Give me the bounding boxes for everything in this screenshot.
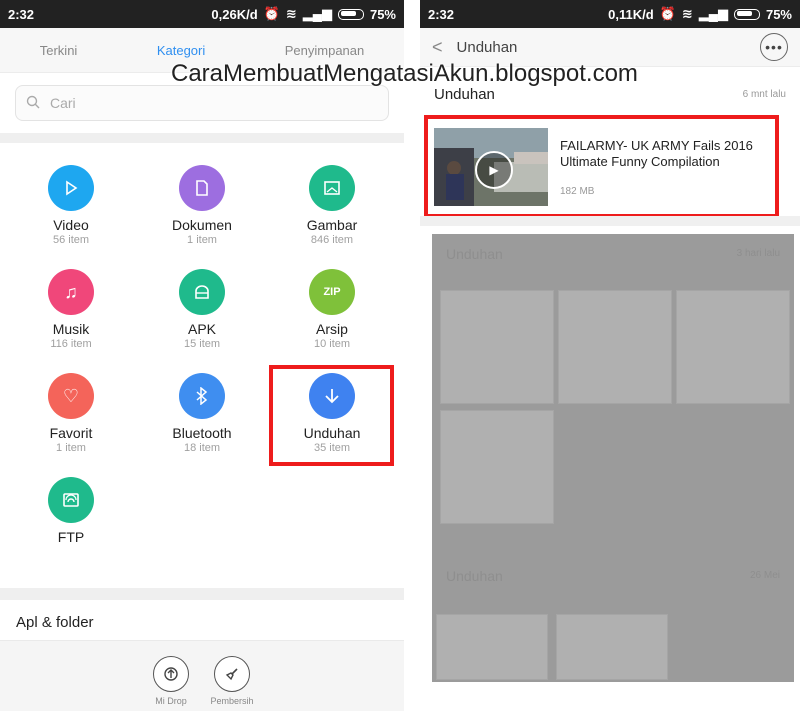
header-title: Unduhan: [456, 38, 518, 56]
category-count: 56 item: [52, 234, 90, 246]
wifi-icon: ≋: [681, 6, 693, 21]
bluetooth-icon: [179, 373, 225, 419]
heart-icon: ♡: [48, 373, 94, 419]
image-thumbnail: [676, 290, 790, 404]
category-count: 116 item: [50, 338, 92, 350]
category-favorit[interactable]: ♡ Favorit 1 item: [6, 373, 136, 455]
group-time: 26 Mei: [749, 570, 780, 581]
category-count: 846 item: [310, 234, 354, 246]
left-screen: 2:32 0,26K/d ⏰ ≋ ▂▄▆ 75% Terkini Kategor…: [0, 0, 404, 711]
category-arsip[interactable]: ZIP Arsip 10 item: [267, 269, 397, 351]
divider: [420, 216, 800, 226]
category-label: Dokumen: [172, 217, 232, 233]
category-ftp[interactable]: FTP: [6, 477, 136, 545]
group-title: Unduhan: [446, 246, 503, 262]
watermark-text: CaraMembuatMengatasiAkun.blogspot.com: [171, 60, 638, 87]
category-apk[interactable]: APK 15 item: [137, 269, 267, 351]
category-label: Gambar: [306, 217, 358, 233]
category-dokumen[interactable]: Dokumen 1 item: [137, 165, 267, 247]
group-title: Unduhan: [434, 85, 495, 103]
battery-icon: [733, 8, 760, 20]
category-label: Favorit: [49, 425, 93, 441]
mi-drop-icon: [153, 656, 189, 692]
category-count: 1 item: [187, 234, 217, 246]
network-speed: 0,26K/d: [211, 6, 258, 22]
signal-icon: ▂▄▆: [698, 6, 728, 21]
image-thumbnail: [440, 290, 554, 404]
category-label: APK: [187, 321, 216, 337]
bottom-toolbar: Mi Drop Pembersih: [0, 640, 404, 711]
group-title: Unduhan: [446, 568, 503, 584]
more-options-icon[interactable]: •••: [760, 33, 788, 61]
dimmed-overlay: Unduhan 3 hari lalu Unduhan 26 Mei: [432, 234, 794, 682]
divider: [0, 133, 404, 143]
search-icon: [26, 95, 40, 112]
back-icon[interactable]: <: [432, 37, 443, 58]
android-icon: [179, 269, 225, 315]
image-thumbnail: [558, 290, 672, 404]
category-grid: Video 56 item Dokumen 1 item Gambar 846 …: [0, 143, 404, 588]
category-bluetooth[interactable]: Bluetooth 18 item: [137, 373, 267, 455]
pembersih-button[interactable]: Pembersih: [197, 656, 267, 706]
music-icon: ♫: [48, 269, 94, 315]
network-speed: 0,11K/d: [608, 6, 654, 22]
image-icon: [309, 165, 355, 211]
category-label: Video: [53, 217, 89, 233]
alarm-icon: ⏰: [659, 6, 676, 21]
battery-percent: 75%: [369, 6, 396, 22]
mi-drop-button[interactable]: Mi Drop: [136, 656, 206, 706]
status-bar: 2:32 0,26K/d ⏰ ≋ ▂▄▆ 75%: [0, 0, 404, 28]
divider: [0, 588, 404, 600]
status-bar: 2:32 0,11K/d ⏰ ≋ ▂▄▆ 75%: [420, 0, 800, 28]
highlight-box: [424, 115, 779, 218]
highlight-box: [269, 365, 394, 466]
image-thumbnail: [440, 410, 554, 524]
tab-penyimpanan[interactable]: Penyimpanan: [285, 43, 365, 58]
image-thumbnail: [556, 614, 668, 680]
tab-terkini[interactable]: Terkini: [40, 43, 78, 58]
category-video[interactable]: Video 56 item: [6, 165, 136, 247]
search-placeholder: Cari: [50, 95, 76, 111]
signal-icon: ▂▄▆: [302, 6, 332, 21]
wifi-icon: ≋: [285, 6, 297, 21]
status-time: 2:32: [428, 6, 455, 22]
category-musik[interactable]: ♫ Musik 116 item: [6, 269, 136, 351]
battery-icon: [337, 8, 364, 20]
play-icon: [48, 165, 94, 211]
section-title: Apl & folder: [16, 614, 94, 631]
tool-label: Mi Drop: [155, 696, 187, 706]
group-time: 3 hari lalu: [736, 248, 780, 259]
tab-kategori[interactable]: Kategori: [157, 43, 205, 58]
ftp-icon: [48, 477, 94, 523]
category-label: Musik: [52, 321, 90, 337]
alarm-icon: ⏰: [263, 6, 280, 21]
category-gambar[interactable]: Gambar 846 item: [267, 165, 397, 247]
category-count: 1 item: [56, 442, 86, 454]
battery-percent: 75%: [765, 6, 792, 22]
group-time: 6 mnt lalu: [742, 88, 786, 100]
category-count: 18 item: [183, 442, 221, 454]
right-screen: 2:32 0,11K/d ⏰ ≋ ▂▄▆ 75% < Unduhan ••• U…: [420, 0, 800, 711]
category-count: 10 item: [313, 338, 351, 350]
search-input[interactable]: Cari: [15, 85, 389, 121]
broom-icon: [214, 656, 250, 692]
image-thumbnail: [436, 614, 548, 680]
tool-label: Pembersih: [210, 696, 254, 706]
status-time: 2:32: [8, 6, 35, 22]
document-icon: [179, 165, 225, 211]
category-label: Bluetooth: [172, 425, 232, 441]
category-count: 15 item: [183, 338, 221, 350]
category-label: FTP: [57, 529, 85, 545]
zip-icon: ZIP: [309, 269, 355, 315]
category-label: Arsip: [316, 321, 348, 337]
